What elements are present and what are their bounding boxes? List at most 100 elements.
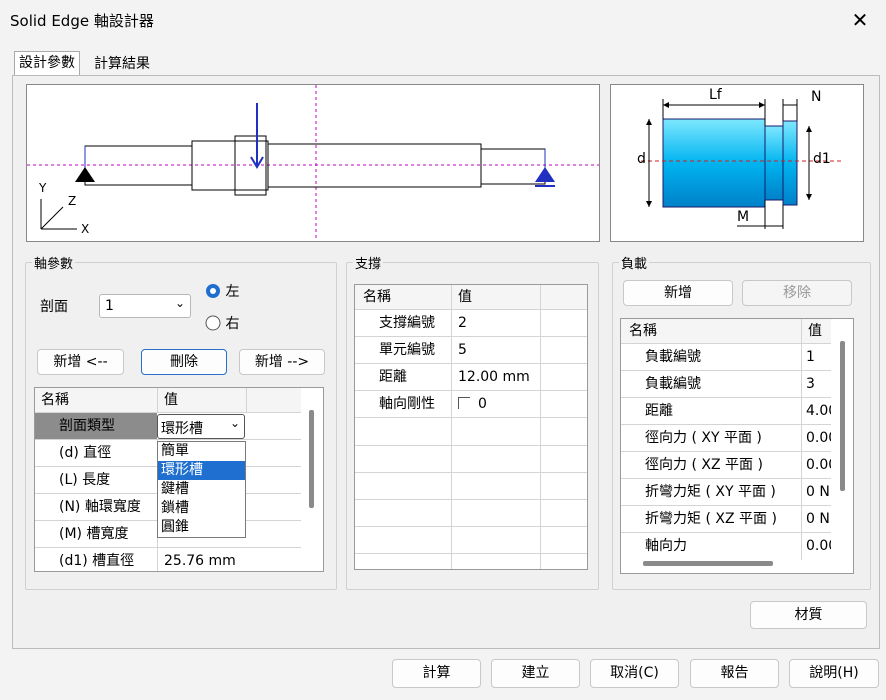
row-value: 0.00: [801, 425, 831, 451]
grid-divider: [355, 553, 587, 554]
row-name: 軸向剛性: [379, 396, 435, 412]
row-name: 折彎力矩 ( XY 平面 ): [645, 484, 776, 500]
loads-label: 負載: [619, 253, 650, 272]
row-name: (d) 直徑: [59, 445, 112, 461]
radio-unchecked-icon: [205, 315, 221, 331]
dim-label-m: M: [737, 209, 750, 225]
horizontal-scrollbar[interactable]: [643, 561, 773, 566]
row-value: 3: [801, 371, 831, 397]
section-select-value: 1: [105, 298, 114, 314]
table-row[interactable]: 軸向剛性 0: [355, 391, 587, 418]
table-row[interactable]: 支撐編號 2: [355, 310, 587, 337]
row-name: 支撐編號: [379, 315, 435, 331]
calculate-button[interactable]: 計算: [392, 659, 481, 688]
row-name: 負載編號: [645, 349, 701, 365]
report-button[interactable]: 報告: [690, 659, 779, 688]
add-load-button[interactable]: 新增: [623, 280, 733, 306]
col-value-header: 值: [157, 388, 247, 412]
row-name: 距離: [645, 403, 673, 419]
row-name: 負載編號: [645, 376, 701, 392]
section-label: 剖面: [40, 299, 68, 315]
row-value: 0.00: [801, 452, 831, 478]
create-button[interactable]: 建立: [491, 659, 580, 688]
tab-calc-results[interactable]: 計算結果: [90, 53, 154, 75]
row-extra: [540, 364, 587, 390]
row-name: (L) 長度: [59, 472, 111, 488]
row-value: 25.76 mm: [157, 548, 247, 571]
dropdown-option[interactable]: 鎖槽: [158, 499, 245, 518]
material-button[interactable]: 材質: [750, 601, 867, 629]
table-row[interactable]: 距離 12.00 mm: [355, 364, 587, 391]
section-select[interactable]: 1 ⌄: [99, 294, 191, 318]
row-value: 0: [478, 396, 487, 412]
table-row[interactable]: 負載編號 3: [621, 371, 831, 398]
dim-label-n: N: [811, 89, 822, 105]
tab-design-params[interactable]: 設計參數: [14, 51, 80, 77]
col-value-header: 值: [801, 319, 831, 343]
row-extra: [540, 310, 587, 336]
row-name: 剖面類型: [35, 413, 157, 439]
radio-right[interactable]: 右: [205, 313, 239, 333]
grid-divider: [355, 472, 587, 473]
cancel-button[interactable]: 取消(C): [590, 659, 679, 688]
dropdown-option[interactable]: 簡單: [158, 442, 245, 461]
checkbox-icon[interactable]: [458, 397, 470, 409]
table-row[interactable]: 負載編號 1: [621, 344, 831, 371]
grid-scrollbar[interactable]: [309, 410, 314, 508]
col-name-header: 名稱: [41, 392, 69, 408]
dropdown-option[interactable]: 圓錐: [158, 518, 245, 537]
grid-divider: [355, 526, 587, 527]
supports-label: 支撐: [353, 253, 384, 272]
axis-label-z: Z: [68, 194, 77, 208]
row-name: (N) 軸環寬度: [59, 499, 141, 515]
chevron-down-icon: ⌄: [174, 296, 185, 310]
add-section-right-button[interactable]: 新增 -->: [239, 349, 325, 375]
table-row[interactable]: (d1) 槽直徑 25.76 mm: [35, 548, 301, 571]
dropdown-option[interactable]: 鍵槽: [158, 480, 245, 499]
shaft-drawing: [27, 85, 599, 241]
shaft-diagram[interactable]: Y Z X: [26, 84, 600, 242]
dropdown-option-selected[interactable]: 環形槽: [158, 461, 245, 480]
grid-header: 名稱 值: [35, 388, 301, 413]
col-extra-header: [246, 388, 301, 412]
grid-divider: [355, 499, 587, 500]
radio-left-label: 左: [225, 284, 240, 300]
row-value: 0.00: [801, 533, 831, 560]
axial-stiffness-cell[interactable]: 0: [451, 391, 540, 417]
radio-left[interactable]: 左: [205, 281, 239, 301]
window-title: Solid Edge 軸設計器: [10, 12, 154, 30]
groove-detail-diagram: Lf N d d1 M: [610, 84, 864, 242]
row-value: 2: [451, 310, 540, 336]
table-row[interactable]: 折彎力矩 ( XY 平面 ) 0 N: [621, 479, 831, 506]
table-row[interactable]: 折彎力矩 ( XZ 平面 ) 0 N: [621, 506, 831, 533]
table-row[interactable]: 徑向力 ( XZ 平面 ) 0.00: [621, 452, 831, 479]
vertical-scrollbar[interactable]: [840, 341, 845, 491]
close-icon[interactable]: ✕: [846, 6, 874, 34]
axis-label-y: Y: [39, 181, 47, 195]
section-type-dropdown: 簡單 環形槽 鍵槽 鎖槽 圓錐: [157, 441, 246, 538]
row-name: 徑向力 ( XY 平面 ): [645, 430, 762, 446]
dim-label-d1: d1: [813, 151, 831, 167]
axis-label-x: X: [81, 222, 90, 236]
add-section-left-button[interactable]: 新增 <--: [37, 349, 124, 375]
row-extra: [540, 337, 587, 363]
loads-grid[interactable]: 名稱 值 負載編號 1 負載編號 3 距離 4.00 徑向力 ( XY 平面 )…: [620, 318, 854, 574]
col-name-header: 名稱: [363, 289, 391, 305]
row-value: 0 N: [801, 506, 831, 532]
row-value: 5: [451, 337, 540, 363]
grid-divider: [451, 418, 452, 569]
section-type-select[interactable]: 環形槽 ⌄: [157, 414, 245, 439]
supports-grid[interactable]: 名稱 值 支撐編號 2 單元編號 5 距離 12.00 mm 軸向剛性 0: [354, 284, 588, 570]
delete-section-button[interactable]: 刪除: [141, 349, 227, 375]
row-extra: [540, 391, 587, 417]
help-button[interactable]: 說明(H): [789, 659, 879, 688]
table-row[interactable]: 距離 4.00: [621, 398, 831, 425]
table-row[interactable]: 徑向力 ( XY 平面 ) 0.00: [621, 425, 831, 452]
table-row[interactable]: 單元編號 5: [355, 337, 587, 364]
row-value: 12.00 mm: [451, 364, 540, 390]
row-name: (M) 槽寬度: [59, 526, 129, 542]
grid-divider: [540, 418, 541, 569]
table-row[interactable]: 軸向力 0.00: [621, 533, 831, 560]
remove-load-button[interactable]: 移除: [742, 280, 852, 306]
section-type-value: 環形槽: [161, 421, 203, 437]
